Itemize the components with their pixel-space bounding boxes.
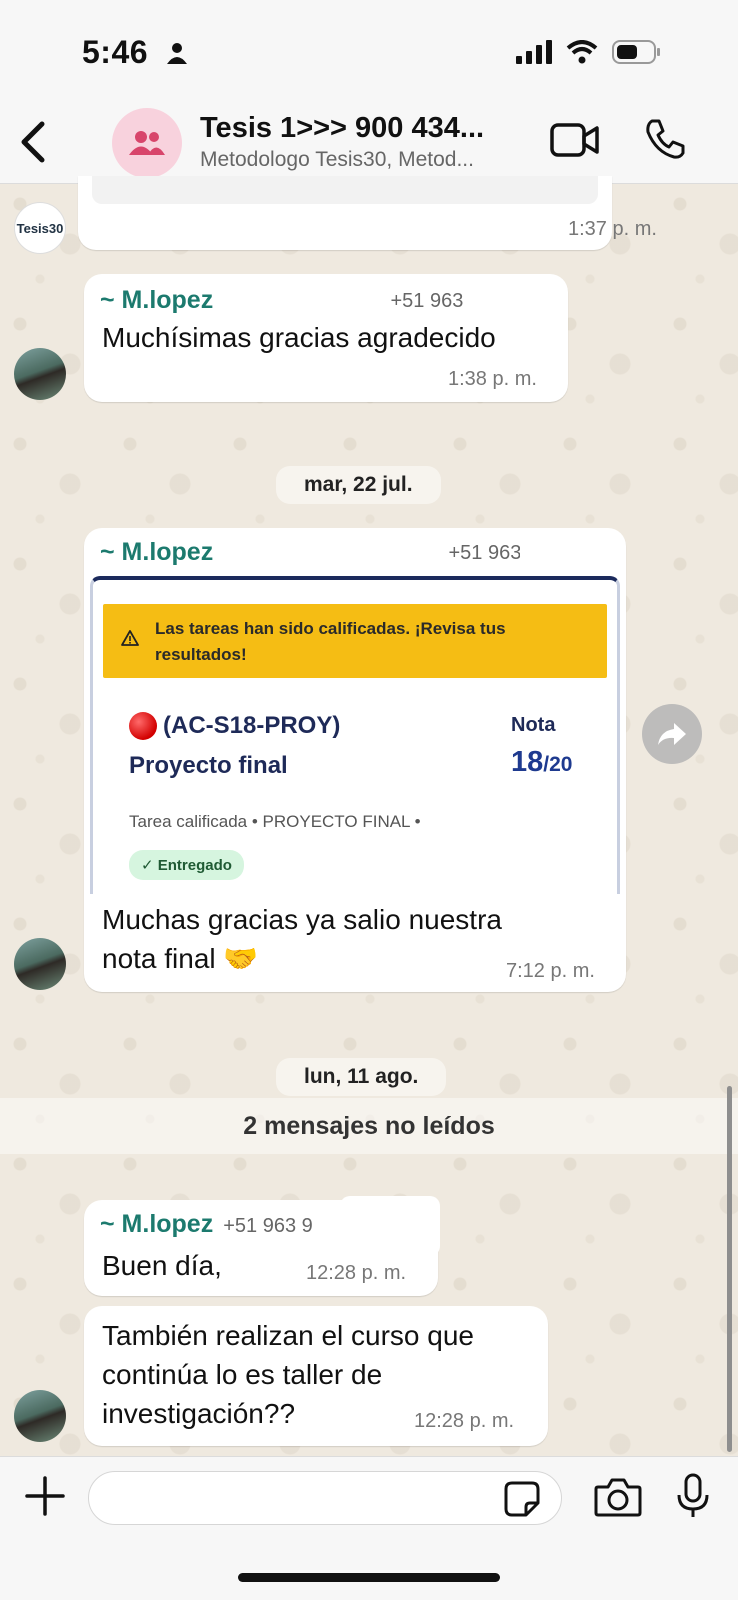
sender-row: ~ M.lopez +51 963 9 — [100, 1210, 313, 1239]
sticker-icon[interactable] — [504, 1481, 540, 1517]
scrollbar[interactable] — [727, 1086, 732, 1452]
message-time: 12:28 p. m. — [414, 1410, 515, 1432]
share-button[interactable] — [642, 704, 702, 764]
sender-name[interactable]: ~ M.lopez — [100, 286, 213, 315]
nota-total: /20 — [543, 753, 573, 776]
avatar-text: Tesis30 — [16, 220, 64, 236]
home-indicator — [238, 1573, 500, 1582]
mic-icon[interactable] — [676, 1473, 710, 1519]
avatar[interactable] — [14, 938, 66, 990]
sender-row: ~ M.lopez +51 963 9 — [100, 286, 480, 315]
card-alert: Las tareas han sido calificadas. ¡Revisa… — [103, 604, 607, 678]
redaction — [340, 1196, 440, 1256]
signal-icon — [516, 40, 552, 64]
sender-name[interactable]: ~ M.lopez — [100, 1210, 213, 1239]
chat-subtitle[interactable]: Metodologo Tesis30, Metod... — [200, 148, 535, 172]
sender-phone: +51 963 9 — [223, 1215, 313, 1237]
status-icons — [516, 40, 662, 64]
nota-score: 18 — [511, 746, 544, 778]
message-text: Muchísimas gracias agradecido — [102, 322, 496, 353]
message-line: También realizan el curso que — [102, 1320, 474, 1351]
nota-label: Nota — [511, 714, 556, 736]
group-avatar[interactable] — [112, 108, 182, 178]
card-task-name: Proyecto final — [129, 752, 288, 779]
video-call-icon[interactable] — [550, 122, 600, 158]
card-code-text: (AC-S18-PROY) — [163, 712, 341, 739]
message-line: Muchas gracias ya salio nuestra — [102, 904, 502, 935]
message-input[interactable] — [88, 1471, 562, 1525]
message-line: nota final 🤝 — [102, 943, 259, 974]
message-bubble[interactable]: También realizan el curso que continúa l… — [84, 1306, 548, 1446]
group-icon — [129, 131, 165, 155]
attachment-preview — [92, 176, 598, 204]
message-time: 12:28 p. m. — [306, 1262, 407, 1284]
redaction — [520, 532, 590, 566]
wifi-icon — [566, 40, 598, 64]
message-bubble[interactable]: 1:37 p. m. — [78, 176, 657, 250]
plus-icon[interactable] — [24, 1475, 66, 1517]
phone-icon[interactable] — [644, 118, 686, 160]
redaction — [468, 280, 558, 310]
avatar[interactable] — [14, 348, 66, 400]
unread-messages-divider: 2 mensajes no leídos — [0, 1098, 738, 1154]
card-alert-text: Las tareas han sido calificadas. ¡Revisa… — [155, 619, 506, 664]
message-time: 7:12 p. m. — [506, 960, 595, 982]
message-time: 1:37 p. m. — [568, 218, 657, 240]
message-text: Muchas gracias ya salio nuestra nota fin… — [102, 900, 502, 978]
message-input-bar — [0, 1456, 738, 1600]
date-chip: mar, 22 jul. — [276, 466, 441, 504]
nota-value: 18/20 — [511, 746, 572, 779]
message-text: Buen día, — [102, 1250, 222, 1281]
card-code: (AC-S18-PROY) — [129, 712, 340, 740]
share-icon — [658, 723, 686, 745]
sender-row: ~ M.lopez +51 963 9 — [100, 538, 538, 567]
battery-icon — [612, 40, 660, 64]
date-chip: lun, 11 ago. — [276, 1058, 447, 1096]
sender-name[interactable]: ~ M.lopez — [100, 538, 213, 567]
warning-icon — [121, 630, 139, 646]
camera-icon[interactable] — [594, 1477, 642, 1517]
sender-phone: +51 963 9 — [390, 290, 480, 312]
status-bar: 5:46 — [0, 0, 738, 100]
person-icon — [167, 43, 187, 64]
chat-title[interactable]: Tesis 1>>> 900 434... — [200, 112, 535, 145]
graded-task-card[interactable]: Las tareas han sido calificadas. ¡Revisa… — [90, 576, 620, 894]
delivered-badge: ✓ Entregado — [129, 850, 244, 880]
chat-header: Tesis 1>>> 900 434... Metodologo Tesis30… — [0, 100, 738, 184]
status-time: 5:46 — [82, 34, 149, 70]
red-circle-icon — [129, 712, 157, 740]
avatar[interactable]: Tesis30 — [14, 202, 66, 254]
message-line: continúa lo es taller de — [102, 1359, 383, 1390]
avatar[interactable] — [14, 1390, 66, 1442]
card-meta: Tarea calificada • PROYECTO FINAL • — [129, 812, 421, 831]
back-icon[interactable] — [14, 118, 54, 166]
message-time: 1:38 p. m. — [448, 368, 537, 390]
